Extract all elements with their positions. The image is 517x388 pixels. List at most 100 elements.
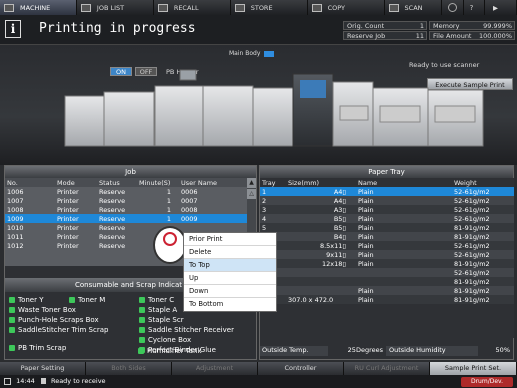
- saddle-receiver-indicator: Saddle Stitcher Receiver: [139, 326, 234, 334]
- tray-row[interactable]: 89x11▯Plain52-61g/m2: [260, 250, 514, 259]
- status-dot-icon: [139, 317, 145, 323]
- col-no: No.: [5, 178, 55, 187]
- status-time: 14:44: [16, 377, 35, 385]
- info-icon: i: [5, 20, 21, 38]
- saddle-trim-indicator: SaddleStitcher Trim Scrap: [9, 326, 108, 334]
- toner-y-indicator: Toner Y: [9, 296, 44, 304]
- status-dot-icon: [69, 297, 75, 303]
- tray-row[interactable]: Plain 81-91g/m2: [260, 286, 514, 295]
- tab-ru-curl-adjustment[interactable]: RU Curl Adjustment: [344, 362, 430, 375]
- col-user: User Name: [179, 178, 252, 187]
- scan-icon: [388, 3, 399, 12]
- toner-c-indicator: Toner C: [139, 296, 174, 304]
- menu-item-to-top[interactable]: To Top: [184, 259, 276, 272]
- tab-machine[interactable]: MACHINE: [0, 0, 77, 15]
- tab-controller[interactable]: Controller: [258, 362, 344, 375]
- help-button[interactable]: ?: [464, 0, 486, 15]
- main-body-bar: [264, 50, 275, 57]
- status-dot-icon: [138, 348, 144, 354]
- tray-row[interactable]: 78.5x11▯Plain52-61g/m2: [260, 241, 514, 250]
- menu-item-down[interactable]: Down: [184, 285, 276, 298]
- bottom-tabs: Paper Setting Both Sides Adjustment Cont…: [0, 362, 517, 375]
- tray-row[interactable]: PB307.0 x 472.0Plain81-91g/m2: [260, 295, 514, 304]
- copy-icon: [311, 3, 322, 12]
- col-minutes: Minute(S): [137, 178, 179, 187]
- context-menu: Prior Print Delete To Top Up Down To Bot…: [183, 232, 277, 312]
- tray-row[interactable]: 5 B5▯ Plain 81-91g/m2: [260, 223, 514, 232]
- status-bar: 14:44 Ready to receive: [0, 375, 517, 388]
- help-icon: ?: [469, 3, 474, 12]
- lock-icon: [40, 378, 46, 384]
- status-dot-icon: [139, 307, 145, 313]
- scroll-top-icon[interactable]: ▲: [247, 178, 256, 188]
- status-dot-icon: [139, 297, 145, 303]
- staple-scraps-indicator: Staple Scr: [139, 316, 184, 324]
- paper-tray-table: Tray Size(mm) Name Weight 1 A4▯ Plain 52-61…: [260, 178, 514, 338]
- status-dot-icon: [9, 345, 15, 351]
- recall-icon: [157, 3, 168, 12]
- table-row[interactable]: 1006 Printer Reserve 1 0006: [5, 187, 252, 196]
- paper-tray-title: Paper Tray: [260, 166, 513, 178]
- menu-item-up[interactable]: Up: [184, 272, 276, 285]
- menu-item-prior-print[interactable]: Prior Print: [184, 233, 276, 246]
- tray-row-selected[interactable]: 1 A4▯ Plain 52-61g/m2: [260, 187, 514, 196]
- next-page-button[interactable]: ▶: [485, 0, 517, 15]
- col-mode: Mode: [55, 178, 97, 187]
- tab-paper-setting[interactable]: Paper Setting: [0, 362, 86, 375]
- status-dot-icon: [9, 327, 15, 333]
- globe-button[interactable]: [442, 0, 464, 15]
- file-amount-row: File Amount 100.000%: [429, 31, 515, 40]
- cyclone-box-indicator: Cyclone Box: [139, 336, 191, 344]
- tab-both-sides[interactable]: Both Sides: [86, 362, 172, 375]
- table-row[interactable]: 1007 Printer Reserve 1 0007: [5, 196, 252, 205]
- memory-row: Memory 99.999%: [429, 21, 515, 30]
- orig-count-row: Orig. Count 1: [343, 21, 427, 30]
- paper-tray-panel: Paper Tray Tray Size(mm) Name Weight 1 A4…: [259, 165, 514, 360]
- tab-recall[interactable]: RECALL: [154, 0, 231, 15]
- top-nav: MACHINE JOB LIST RECALL STORE COPY SCAN …: [0, 0, 517, 15]
- status-dot-icon: [9, 297, 15, 303]
- toner-m-indicator: Toner M: [69, 296, 105, 304]
- tray-row[interactable]: 3 A3▯ Plain 52-61g/m2: [260, 205, 514, 214]
- main-body-label: Main Body: [229, 50, 275, 57]
- table-row[interactable]: 1008 Printer Reserve 1 0008: [5, 205, 252, 214]
- status-message: Ready to receive: [50, 377, 106, 385]
- arrow-right-icon: ▶: [493, 3, 499, 12]
- staple-a-indicator: Staple A: [139, 306, 177, 314]
- menu-item-delete[interactable]: Delete: [184, 246, 276, 259]
- environment-bar: Outside Temp. 25Degrees Outside Humidity…: [260, 346, 513, 356]
- pb-trim-indicator: PB Trim Scrap: [9, 344, 66, 352]
- touch-point-icon: [163, 232, 177, 246]
- tray-row[interactable]: 912x18▯Plain81-91g/m2: [260, 259, 514, 268]
- tab-store[interactable]: STORE: [231, 0, 308, 15]
- table-row[interactable]: 1010 Printer Reserve: [5, 223, 252, 232]
- tab-scan[interactable]: SCAN: [385, 0, 443, 15]
- tab-job-list[interactable]: JOB LIST: [77, 0, 154, 15]
- machine-illustration: [64, 69, 484, 147]
- page-title: Printing in progress: [39, 21, 196, 36]
- punch-hole-indicator: Punch-Hole Scraps Box: [9, 316, 99, 324]
- tray-row[interactable]: 52-61g/m2: [260, 268, 514, 277]
- tray-row[interactable]: 81-91g/m2: [260, 277, 514, 286]
- menu-item-to-bottom[interactable]: To Bottom: [184, 298, 276, 311]
- table-row-selected[interactable]: 1009 Printer Reserve 1 0009: [5, 214, 252, 223]
- status-dot-icon: [9, 307, 15, 313]
- tray-row[interactable]: 2 A4▯ Plain 52-61g/m2: [260, 196, 514, 205]
- machine-icon: [4, 3, 14, 12]
- store-icon: [234, 3, 245, 12]
- joblist-icon: [80, 3, 91, 12]
- waste-toner-indicator: Waste Toner Box: [9, 306, 76, 314]
- status-dot-icon: [139, 327, 145, 333]
- tab-sample-print-set[interactable]: Sample Print Set.: [430, 362, 517, 375]
- drum-dev-button[interactable]: Drum/Dev.: [461, 377, 513, 387]
- globe-icon: [448, 3, 458, 12]
- tray-row[interactable]: 4 B5▯ Plain 52-61g/m2: [260, 214, 514, 223]
- tab-copy[interactable]: COPY: [308, 0, 385, 15]
- tab-adjustment[interactable]: Adjustment: [172, 362, 258, 375]
- reserve-job-row: Reserve Job 11: [343, 31, 427, 40]
- tray-row[interactable]: 6B4▯Plain81-91g/m2: [260, 232, 514, 241]
- scroll-up-icon[interactable]: △: [247, 189, 256, 199]
- humidifier-indicator: Humidifier Tank: [138, 347, 202, 355]
- job-panel-title: Job: [5, 166, 256, 178]
- status-dot-icon: [9, 317, 15, 323]
